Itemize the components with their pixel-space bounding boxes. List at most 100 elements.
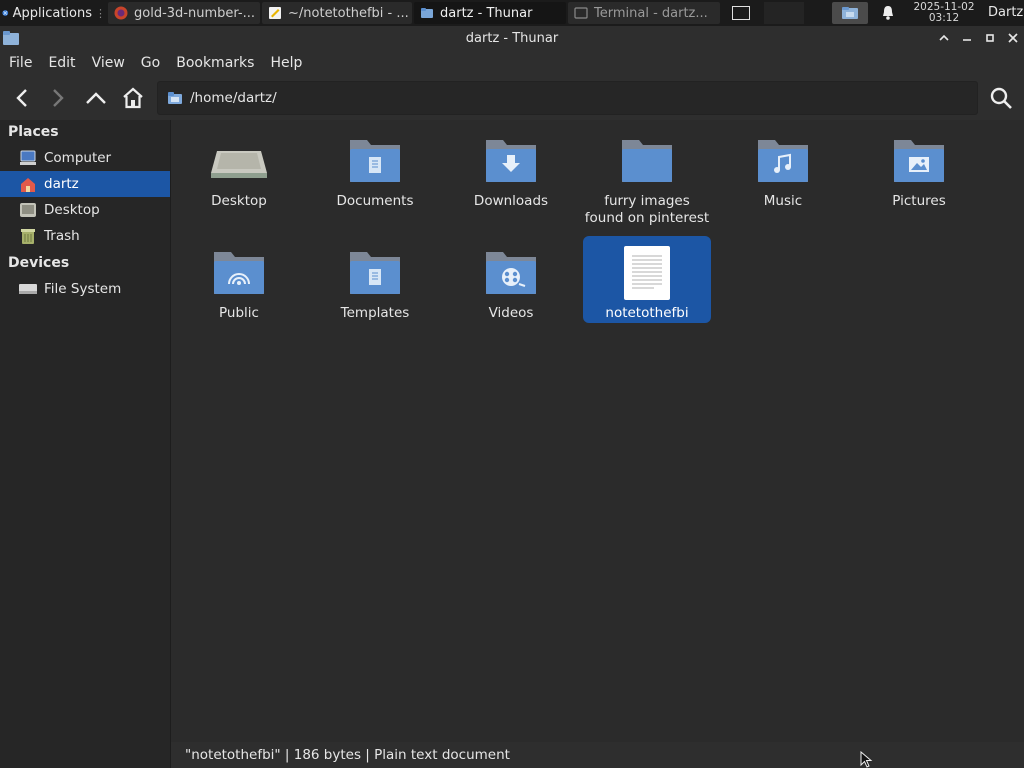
taskbar-item-firefox[interactable]: gold-3d-number-... <box>108 2 260 24</box>
sidebar-heading-devices: Devices <box>8 255 70 271</box>
file-item-label: Public <box>219 305 259 321</box>
file-manager-icon <box>421 8 433 18</box>
status-text: "notetothefbi" | 186 bytes | Plain text … <box>185 747 510 763</box>
menu-file[interactable]: File <box>0 55 40 71</box>
file-item-furry-images[interactable]: furry images found on pinterest <box>583 124 711 227</box>
sidebar-item-label: Trash <box>44 228 80 244</box>
menu-go[interactable]: Go <box>133 55 168 71</box>
menu-view[interactable]: View <box>84 55 133 71</box>
location-bar[interactable]: /home/dartz/ <box>157 81 978 115</box>
panel-clock[interactable]: 2025-11-02 03:12 <box>906 0 982 26</box>
file-item-downloads[interactable]: Downloads <box>447 124 575 210</box>
window-minimize-button[interactable] <box>955 26 978 50</box>
mouse-cursor-icon <box>860 751 873 768</box>
top-panel: Applications ⋮ gold-3d-number-... ~/note… <box>0 0 1024 26</box>
window-maximize-button[interactable] <box>978 26 1001 50</box>
file-item-label: furry images found on pinterest <box>584 193 710 226</box>
file-item-label: Downloads <box>473 193 549 209</box>
location-path: /home/dartz/ <box>190 90 277 106</box>
workspace-switcher-icon[interactable] <box>732 6 750 20</box>
terminal-icon <box>574 7 588 19</box>
tray-file-manager-button[interactable] <box>832 2 868 24</box>
firefox-icon <box>114 6 128 20</box>
sidebar-item-computer[interactable]: Computer <box>0 145 170 171</box>
sidebar-item-file-system[interactable]: File System <box>0 276 170 302</box>
parent-folder-button[interactable] <box>82 84 110 112</box>
workspace-switcher-area[interactable] <box>764 2 804 24</box>
clock-time: 03:12 <box>928 12 960 24</box>
templates-folder-icon <box>343 244 407 302</box>
window-menu-icon[interactable] <box>2 30 20 46</box>
applications-menu-button[interactable]: Applications ⋮ <box>0 0 108 26</box>
downloads-folder-icon <box>479 132 543 190</box>
file-item-notetothefbi[interactable]: notetothefbi <box>583 236 711 323</box>
taskbar-item-label: gold-3d-number-... <box>134 5 255 21</box>
close-icon <box>1007 33 1018 43</box>
text-file-icon <box>615 244 679 302</box>
videos-folder-icon <box>479 244 543 302</box>
user-menu-button[interactable]: Dartz <box>988 5 1023 20</box>
file-item-videos[interactable]: Videos <box>447 236 575 322</box>
text-editor-icon <box>269 7 281 19</box>
xfce-logo-icon <box>2 10 9 16</box>
sidebar-item-label: File System <box>44 281 122 297</box>
sidebar-item-label: Desktop <box>44 202 100 218</box>
home-icon <box>123 87 143 109</box>
status-bar: "notetothefbi" | 186 bytes | Plain text … <box>171 742 1024 768</box>
home-button[interactable] <box>119 84 147 112</box>
forward-button[interactable] <box>44 84 72 112</box>
file-item-label: notetothefbi <box>605 305 689 321</box>
toolbar: /home/dartz/ <box>0 76 1024 120</box>
file-item-music[interactable]: Music <box>719 124 847 210</box>
menu-edit[interactable]: Edit <box>40 55 83 71</box>
chevron-up-icon <box>938 34 949 41</box>
menu-help[interactable]: Help <box>262 55 310 71</box>
file-item-label: Desktop <box>211 193 267 209</box>
sidebar-heading-places: Places <box>8 124 59 140</box>
maximize-icon <box>985 34 994 42</box>
home-icon <box>18 175 38 193</box>
separator-icon: ⋮ <box>95 6 106 20</box>
folder-icon <box>168 92 182 104</box>
folder-icon <box>615 132 679 190</box>
sidebar-item-label: Computer <box>44 150 112 166</box>
file-icon-view[interactable]: Desktop Documents Downloads furry images… <box>171 120 1024 742</box>
file-item-label: Videos <box>488 305 534 321</box>
file-item-public[interactable]: Public <box>175 236 303 322</box>
minimize-icon <box>962 39 971 41</box>
window-titlebar[interactable]: dartz - Thunar <box>0 26 1024 50</box>
file-item-templates[interactable]: Templates <box>311 236 439 322</box>
search-button[interactable] <box>987 84 1015 112</box>
taskbar-item-label: Terminal - dartz... <box>594 5 708 21</box>
search-icon <box>990 87 1012 109</box>
notification-bell-icon[interactable] <box>881 5 895 25</box>
menu-bookmarks[interactable]: Bookmarks <box>168 55 262 71</box>
music-folder-icon <box>751 132 815 190</box>
taskbar-item-terminal[interactable]: Terminal - dartz... <box>568 2 720 24</box>
file-manager-icon <box>842 7 858 19</box>
pictures-folder-icon <box>887 132 951 190</box>
sidebar: Places Computer dartz Desktop Trash Devi… <box>0 120 171 768</box>
file-item-desktop[interactable]: Desktop <box>175 124 303 210</box>
taskbar-item-text-editor[interactable]: ~/notetothefbi - ... <box>262 2 412 24</box>
drive-icon <box>18 280 38 298</box>
sidebar-item-dartz[interactable]: dartz <box>0 171 170 197</box>
taskbar-item-label: ~/notetothefbi - ... <box>288 5 409 21</box>
window-close-button[interactable] <box>1001 26 1024 50</box>
window-title: dartz - Thunar <box>465 30 559 46</box>
window-shade-button[interactable] <box>932 26 955 50</box>
back-button[interactable] <box>8 84 36 112</box>
sidebar-item-desktop[interactable]: Desktop <box>0 197 170 223</box>
file-item-documents[interactable]: Documents <box>311 124 439 210</box>
documents-folder-icon <box>343 132 407 190</box>
sidebar-item-label: dartz <box>44 176 79 192</box>
desktop-icon <box>18 201 38 219</box>
file-item-label: Templates <box>340 305 410 321</box>
file-item-pictures[interactable]: Pictures <box>855 124 983 210</box>
chevron-left-icon <box>16 89 27 107</box>
applications-label: Applications <box>12 5 92 21</box>
file-item-label: Pictures <box>892 193 946 209</box>
chevron-up-icon <box>86 92 106 104</box>
taskbar-item-thunar[interactable]: dartz - Thunar <box>414 2 566 24</box>
sidebar-item-trash[interactable]: Trash <box>0 223 170 249</box>
